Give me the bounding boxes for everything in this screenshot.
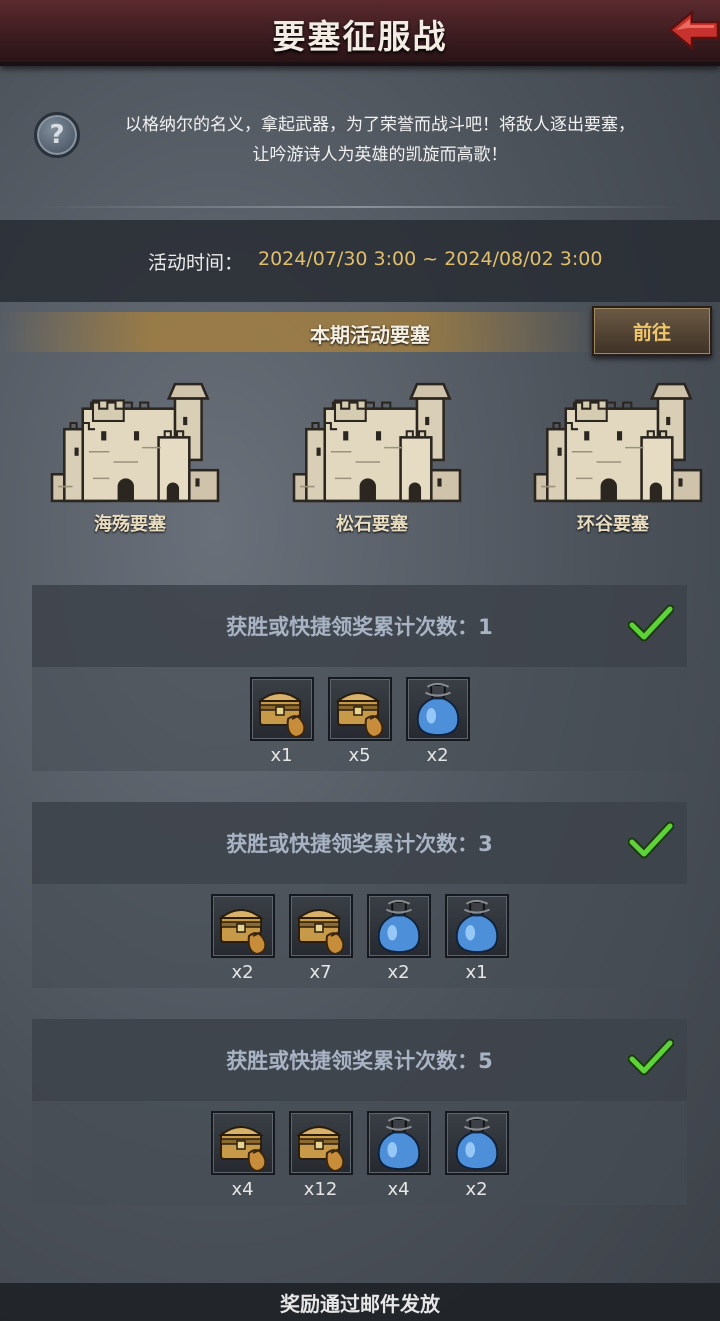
reward-item[interactable]: x7 <box>288 894 353 983</box>
reward-item[interactable]: x1 <box>249 677 314 766</box>
fortress-3[interactable]: 环谷要塞 <box>523 380 703 540</box>
reward-item[interactable]: x2 <box>444 1111 509 1200</box>
treasure-chest-icon <box>258 692 305 737</box>
blue-potion-icon <box>377 1116 420 1171</box>
item-count: x1 <box>270 745 293 766</box>
item-count: x2 <box>465 1179 488 1200</box>
event-description: 以格纳尔的名义，拿起武器，为了荣誉而战斗吧！将敌人逐出要塞， 让吟游诗人为英雄的… <box>90 110 670 170</box>
reward-item[interactable]: x4 <box>366 1111 431 1200</box>
treasure-chest-icon <box>297 1126 344 1171</box>
treasure-chest-icon <box>336 692 383 737</box>
reward-items: x4 x12 x4 x2 <box>32 1111 687 1200</box>
item-count: x7 <box>309 962 332 983</box>
item-count: x2 <box>231 962 254 983</box>
treasure-chest-icon <box>219 909 266 954</box>
item-count: x2 <box>426 745 449 766</box>
reward-item[interactable]: x2 <box>210 894 275 983</box>
back-button[interactable] <box>666 6 720 54</box>
reward-tier-title: 获胜或快捷领奖累计次数：5 <box>226 1049 493 1073</box>
reward-item[interactable]: x1 <box>444 894 509 983</box>
reward-items: x1 x5 x2 <box>32 677 687 766</box>
blue-potion-icon <box>455 1116 498 1171</box>
treasure-chest-icon <box>297 909 344 954</box>
fortress-name: 松石要塞 <box>336 514 408 535</box>
help-icon[interactable]: ? <box>34 112 80 158</box>
castle-icon <box>533 382 703 503</box>
treasure-chest-icon <box>219 1126 266 1171</box>
reward-item[interactable]: x5 <box>327 677 392 766</box>
goto-button[interactable]: 前往 <box>592 306 712 356</box>
item-count: x4 <box>231 1179 254 1200</box>
event-time-label: 活动时间： <box>148 252 244 274</box>
reward-tier-1: 获胜或快捷领奖累计次数：1 x1 x5 x2 <box>32 585 687 771</box>
reward-tier-title: 获胜或快捷领奖累计次数：1 <box>226 615 493 639</box>
item-count: x12 <box>303 1179 338 1200</box>
divider <box>40 206 680 208</box>
item-count: x1 <box>465 962 488 983</box>
reward-item[interactable]: x2 <box>405 677 470 766</box>
castle-icon <box>50 382 220 503</box>
reward-items: x2 x7 x2 x1 <box>32 894 687 983</box>
fortress-2[interactable]: 松石要塞 <box>282 380 462 540</box>
mail-delivery-note: 奖励通过邮件发放 <box>0 1283 720 1321</box>
green-check-icon <box>628 821 674 859</box>
reward-item[interactable]: x12 <box>288 1111 353 1200</box>
red-arrow-back-icon[interactable] <box>666 6 720 54</box>
event-time-value: 2024/07/30 3:00 ~ 2024/08/02 3:00 <box>258 248 603 270</box>
blue-potion-icon <box>377 899 420 954</box>
blue-potion-icon <box>416 682 459 737</box>
item-count: x5 <box>348 745 371 766</box>
reward-tier-3: 获胜或快捷领奖累计次数：5 x4 x12 x4 x2 <box>32 1019 687 1205</box>
fortress-section-title: 本期活动要塞 <box>310 323 430 347</box>
item-count: x4 <box>387 1179 410 1200</box>
reward-tier-2: 获胜或快捷领奖累计次数：3 x2 x7 x2 x1 <box>32 802 687 988</box>
description-line-1: 以格纳尔的名义，拿起武器，为了荣誉而战斗吧！将敌人逐出要塞， <box>125 115 635 135</box>
reward-item[interactable]: x4 <box>210 1111 275 1200</box>
green-check-icon <box>628 1038 674 1076</box>
fortress-1[interactable]: 海殇要塞 <box>40 380 220 540</box>
reward-item[interactable]: x2 <box>366 894 431 983</box>
item-count: x2 <box>387 962 410 983</box>
description-line-2: 让吟游诗人为英雄的凯旋而高歌！ <box>252 145 508 165</box>
page-title: 要塞征服战 <box>272 17 448 56</box>
blue-potion-icon <box>455 899 498 954</box>
reward-tier-title: 获胜或快捷领奖累计次数：3 <box>226 832 493 856</box>
green-check-icon <box>628 604 674 642</box>
fortress-name: 海殇要塞 <box>94 514 166 535</box>
title-bar: 要塞征服战 <box>0 0 720 66</box>
fortress-name: 环谷要塞 <box>577 514 649 535</box>
castle-icon <box>292 382 462 503</box>
